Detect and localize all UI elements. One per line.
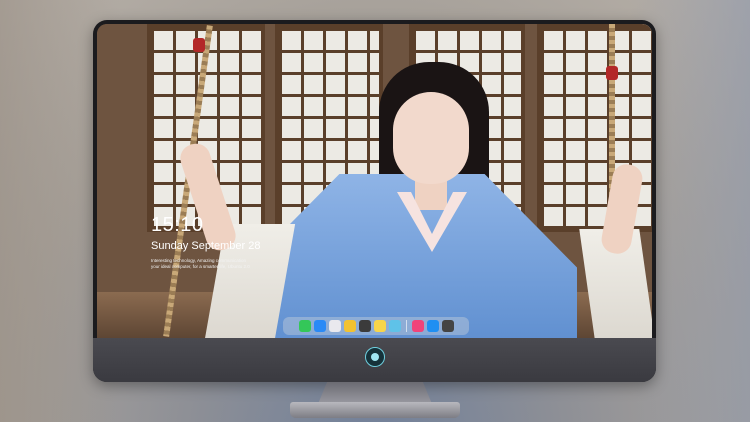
rope-tie-right — [606, 66, 618, 80]
clock-date: Sunday September 28 — [151, 240, 261, 252]
app-store-icon[interactable] — [426, 320, 439, 332]
safari-icon[interactable] — [328, 320, 341, 332]
wallpaper — [97, 24, 652, 338]
notes-icon[interactable] — [373, 320, 386, 332]
monitor-stand-base — [290, 402, 460, 418]
clock-time: 15:10 — [151, 214, 204, 236]
files-icon[interactable] — [313, 320, 326, 332]
brand-logo-icon — [365, 347, 385, 367]
rope-tie-left — [193, 38, 205, 52]
clapperboard-icon[interactable] — [358, 320, 371, 332]
lock-caption-line-2: your ideal computer, for a smarter life,… — [151, 264, 250, 269]
photos-icon[interactable] — [388, 320, 401, 332]
monitor-chin — [93, 338, 656, 382]
music-icon[interactable] — [411, 320, 424, 332]
terminal-icon[interactable] — [441, 320, 454, 332]
lock-caption: Interesting technology, Amazing communic… — [151, 258, 271, 270]
monitor-stand-neck — [318, 382, 432, 404]
messages-icon[interactable] — [298, 320, 311, 332]
figure-face — [393, 92, 469, 184]
video-player-icon[interactable] — [343, 320, 356, 332]
dock-separator — [405, 320, 407, 332]
monitor: 15:10 Sunday September 28 Interesting te… — [93, 20, 656, 382]
lock-screen[interactable]: 15:10 Sunday September 28 Interesting te… — [97, 24, 652, 338]
dock — [283, 317, 469, 335]
